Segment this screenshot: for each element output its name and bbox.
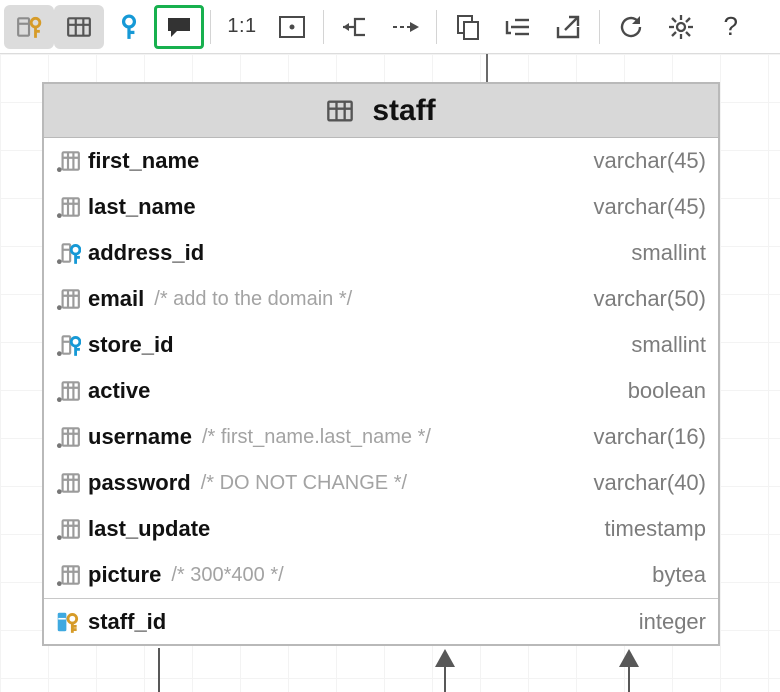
column-name: staff_id	[88, 609, 166, 635]
column-icon	[54, 469, 82, 497]
toolbar-separator	[323, 10, 324, 44]
export-button[interactable]	[543, 5, 593, 49]
primary-key-icon	[54, 608, 82, 636]
table-title: staff	[372, 94, 435, 128]
relation-arrow-button[interactable]	[380, 5, 430, 49]
column-type: varchar(16)	[594, 424, 706, 450]
column-type: varchar(40)	[594, 470, 706, 496]
column-type: varchar(45)	[594, 148, 706, 174]
column-row[interactable]: last_name varchar(45)	[44, 184, 718, 230]
relation-arrow-icon	[619, 649, 639, 667]
column-list: first_name varchar(45) last_name varchar(45…	[44, 138, 718, 598]
column-icon	[54, 285, 82, 313]
column-icon	[54, 561, 82, 589]
column-name: first_name	[88, 148, 199, 174]
show-table-columns-button[interactable]	[54, 5, 104, 49]
column-row[interactable]: username /* first_name.last_name */ varcha…	[44, 414, 718, 460]
table-staff[interactable]: staff first_namevarchar(45)last_namevarc…	[42, 82, 720, 646]
relation-arrow-icon	[435, 649, 455, 667]
toolbar: 1:1	[0, 0, 780, 54]
column-name: address_id	[88, 240, 204, 266]
refresh-button[interactable]	[606, 5, 656, 49]
layout-list-button[interactable]	[493, 5, 543, 49]
column-comment: /* add to the domain */	[154, 288, 352, 311]
column-type: integer	[639, 609, 706, 635]
column-row[interactable]: address_id smallint	[44, 230, 718, 276]
relation-edge	[628, 666, 630, 692]
column-name: username	[88, 424, 192, 450]
column-row[interactable]: active boolean	[44, 368, 718, 414]
relation-edge	[158, 648, 160, 692]
column-row[interactable]: email /* add to the domain */ varchar(50)	[44, 276, 718, 322]
column-type: boolean	[628, 378, 706, 404]
column-row[interactable]: store_id smallint	[44, 322, 718, 368]
column-type: smallint	[631, 332, 706, 358]
column-type: timestamp	[605, 516, 706, 542]
column-name: last_update	[88, 516, 210, 542]
help-button[interactable]: ?	[706, 5, 756, 49]
column-row[interactable]: first_name varchar(45)	[44, 138, 718, 184]
column-type: smallint	[631, 240, 706, 266]
column-row[interactable]: picture /* 300*400 */ bytea	[44, 552, 718, 598]
column-icon	[54, 515, 82, 543]
question-icon: ?	[724, 11, 739, 42]
toolbar-separator	[436, 10, 437, 44]
copy-button[interactable]	[443, 5, 493, 49]
diagram-canvas[interactable]: staff first_namevarchar(45)last_namevarc…	[0, 54, 780, 692]
column-type: varchar(50)	[594, 286, 706, 312]
zoom-actual-button[interactable]: 1:1	[217, 5, 267, 49]
column-row-pk[interactable]: staff_id integer	[44, 598, 718, 644]
settings-button[interactable]	[656, 5, 706, 49]
column-comment: /* 300*400 */	[171, 564, 283, 587]
show-comments-button[interactable]	[154, 5, 204, 49]
column-type: bytea	[652, 562, 706, 588]
relation-edge	[486, 54, 488, 82]
column-name: last_name	[88, 194, 196, 220]
column-name: active	[88, 378, 150, 404]
toolbar-separator	[210, 10, 211, 44]
column-icon	[54, 377, 82, 405]
foreign-key-icon	[54, 239, 82, 267]
toolbar-separator	[599, 10, 600, 44]
relation-edge	[444, 666, 446, 692]
column-type: varchar(45)	[594, 194, 706, 220]
column-row[interactable]: password /* DO NOT CHANGE */ varchar(40)	[44, 460, 718, 506]
column-comment: /* first_name.last_name */	[202, 426, 431, 449]
zoom-label: 1:1	[227, 15, 256, 38]
column-name: picture	[88, 562, 161, 588]
column-icon	[54, 147, 82, 175]
fit-content-button[interactable]	[267, 5, 317, 49]
table-icon	[326, 97, 354, 125]
column-icon	[54, 193, 82, 221]
column-name: password	[88, 470, 191, 496]
branch-relations-button[interactable]	[330, 5, 380, 49]
show-key-columns-button[interactable]	[4, 5, 54, 49]
column-name: email	[88, 286, 144, 312]
show-foreign-keys-button[interactable]	[104, 5, 154, 49]
column-name: store_id	[88, 332, 174, 358]
column-row[interactable]: last_update timestamp	[44, 506, 718, 552]
column-comment: /* DO NOT CHANGE */	[201, 472, 407, 495]
foreign-key-icon	[54, 331, 82, 359]
table-header[interactable]: staff	[44, 84, 718, 138]
column-icon	[54, 423, 82, 451]
